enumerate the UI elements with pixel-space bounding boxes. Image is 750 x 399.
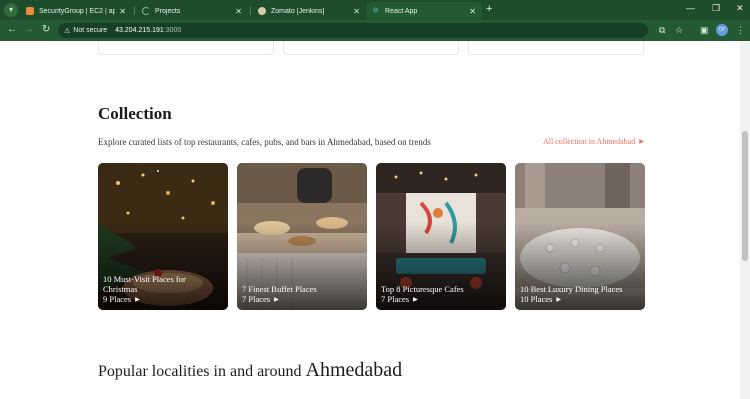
loading-spinner-icon [142,7,150,15]
caret-right-icon: ▶ [274,296,279,303]
close-icon[interactable]: ✕ [119,7,126,16]
all-collections-link[interactable]: All collection in Ahmedabad ▶ [543,137,644,146]
tab-divider [250,6,251,15]
page-viewport: Collection Explore curated lists of top … [0,41,740,399]
minimize-icon[interactable]: — [686,3,695,13]
close-icon[interactable]: ✕ [353,7,360,16]
card-places: 9 Places ▶ [103,294,140,304]
card-title: 10 Best Luxury Dining Places [520,284,623,294]
card-title: 10 Must-Visit Places for Christmas [103,274,186,294]
security-indicator[interactable]: ⚠ Not secure [64,27,115,35]
card-places-label: 9 Places [103,294,132,304]
previous-section-card [283,41,459,55]
security-label: Not secure [73,27,108,34]
scrollbar-thumb[interactable] [742,131,748,261]
previous-section-card [468,41,644,55]
forward-icon[interactable]: → [24,24,34,35]
card-places: 7 Places ▶ [242,294,279,304]
card-places: 10 Places ▶ [520,294,561,304]
all-collections-label: All collection in Ahmedabad [543,137,636,146]
restore-icon[interactable]: ❐ [712,3,720,14]
caret-right-icon: ▶ [556,296,561,303]
tab-securitygroup[interactable]: SecurityGroup | EC2 | ap-south- ✕ [20,2,132,20]
reload-icon[interactable]: ↻ [42,24,50,35]
collection-card-christmas[interactable]: 10 Must-Visit Places for Christmas 9 Pla… [98,163,228,310]
collection-card-buffet[interactable]: 7 Finest Buffet Places 7 Places ▶ [237,163,367,310]
url-port: :3000 [163,27,182,34]
collection-card-luxury[interactable]: 10 Best Luxury Dining Places 10 Places ▶ [515,163,645,310]
tab-title: Zomato [Jenkins] [271,7,325,15]
tab-title: Projects [155,7,181,15]
new-tab-icon[interactable]: + [486,3,492,15]
browser-tab-strip: ▾ SecurityGroup | EC2 | ap-south- ✕ Proj… [0,0,750,20]
profile-avatar[interactable]: CP [716,24,728,36]
tab-search-icon[interactable]: ▾ [4,3,18,17]
side-panel-icon[interactable]: ▣ [700,25,709,36]
browser-toolbar: ← → ↻ ⚠ Not secure 43.204.215.191:3000 ⧉… [0,20,750,41]
card-places-label: 7 Places [381,294,410,304]
window-close-icon[interactable]: ✕ [736,3,744,14]
tab-title: SecurityGroup | EC2 | ap-south- [39,7,116,15]
url-host: 43.204.215.191 [115,27,164,34]
localities-city: Ahmedabad [305,359,403,381]
aws-icon [26,7,34,15]
collection-subtitle: Explore curated lists of top restaurants… [98,137,431,147]
localities-heading: Popular localities in and around Ahmedab… [98,359,402,382]
tab-divider [134,6,135,15]
tab-title: React App [385,7,418,15]
card-title: Top 8 Picturesque Cafes [381,284,464,294]
collection-card-cafes[interactable]: Top 8 Picturesque Cafes 7 Places ▶ [376,163,506,310]
tab-react-app[interactable]: ⚛ React App ✕ [366,2,482,20]
caret-right-icon: ▶ [413,296,418,303]
back-icon[interactable]: ← [7,24,17,35]
close-icon[interactable]: ✕ [469,7,476,16]
caret-right-icon: ▶ [639,139,644,145]
previous-section-card [98,41,274,55]
tab-zomato-jenkins[interactable]: Zomato [Jenkins] ✕ [252,2,366,20]
card-places: 7 Places ▶ [381,294,418,304]
more-menu-icon[interactable]: ⋮ [736,25,745,36]
bookmark-star-icon[interactable]: ☆ [675,25,683,36]
jenkins-icon [258,7,266,15]
caret-right-icon: ▶ [135,296,140,303]
card-places-label: 7 Places [242,294,271,304]
close-icon[interactable]: ✕ [235,7,242,16]
collection-heading: Collection [98,104,172,123]
card-title: 7 Finest Buffet Places [242,284,317,294]
localities-heading-prefix: Popular localities in and around [98,363,302,380]
react-icon: ⚛ [372,6,380,15]
tab-projects[interactable]: Projects ✕ [136,2,248,20]
address-bar[interactable]: ⚠ Not secure 43.204.215.191:3000 [58,23,648,38]
warning-icon: ⚠ [64,27,71,35]
translate-icon[interactable]: ⧉ [659,25,665,36]
page-scrollbar[interactable] [740,41,750,399]
card-places-label: 10 Places [520,294,553,304]
